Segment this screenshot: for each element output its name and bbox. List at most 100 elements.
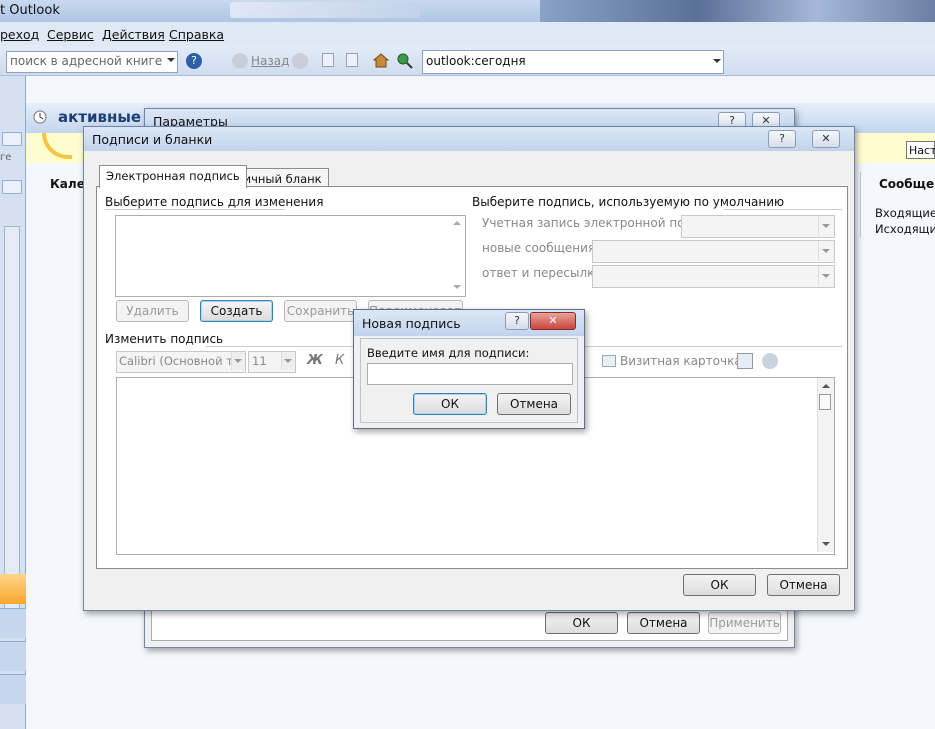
customize-label: Наст: [909, 144, 935, 157]
menu-go[interactable]: реход: [0, 27, 39, 42]
bold-button[interactable]: Ж: [307, 353, 323, 368]
close-icon[interactable]: ✕: [530, 312, 576, 330]
new-signature-title: Новая подпись: [362, 316, 461, 331]
edit-signature-label: Изменить подпись: [105, 332, 224, 346]
divider: [105, 209, 285, 210]
dropdown-button[interactable]: [818, 216, 834, 235]
navigation-pane-collapsed: ге: [0, 76, 26, 729]
customize-button[interactable]: Наст: [906, 141, 935, 159]
title-bar-background: [540, 0, 935, 22]
address-book-search[interactable]: поиск в адресной книге: [6, 51, 178, 73]
italic-button[interactable]: К: [335, 353, 344, 368]
font-size-value: 11: [252, 354, 267, 368]
options-apply-button[interactable]: Применить: [708, 612, 781, 634]
outlook-today-title: активные -: [58, 108, 153, 126]
signatures-title: Подписи и бланки: [92, 132, 213, 147]
home-icon[interactable]: [372, 52, 390, 68]
new-messages-label: новые сообщения:: [482, 241, 600, 255]
chevron-down-icon: [713, 59, 721, 63]
dropdown-button[interactable]: [231, 352, 245, 370]
tab-email-signature[interactable]: Электронная подпись: [99, 165, 247, 188]
menu-actions[interactable]: Действия: [102, 27, 165, 42]
select-signature-label: Выберите подпись для изменения: [105, 195, 324, 209]
help-icon[interactable]: ?: [768, 130, 796, 148]
signatures-title-bar: Подписи и бланки ? ✕: [84, 127, 854, 151]
signature-name-input[interactable]: [367, 363, 573, 385]
web-search-icon[interactable]: [396, 52, 414, 70]
outbox-link[interactable]: Исходящие: [875, 222, 935, 236]
app-title-bar: t Outlook: [0, 0, 935, 22]
chevron-down-icon: [822, 274, 830, 278]
messages-section: Сообщен Входящие Исходящие: [860, 172, 935, 238]
taskbar-tab: [230, 2, 420, 18]
font-size-select[interactable]: 11: [248, 351, 296, 373]
address-bar[interactable]: outlook:сегодня: [422, 50, 724, 74]
inbox-link[interactable]: Входящие: [875, 206, 935, 220]
clock-decoration: [42, 133, 72, 159]
new-messages-select[interactable]: [592, 240, 835, 263]
font-name-select[interactable]: Calibri (Основной текс: [116, 351, 246, 373]
business-card-button[interactable]: Визитная карточка: [620, 354, 742, 368]
refresh-icon[interactable]: [346, 53, 358, 67]
new-signature-content: Введите имя для подписи: ОК Отмена: [360, 338, 578, 423]
delete-button[interactable]: Удалить: [116, 300, 189, 322]
scroll-down-icon[interactable]: [822, 542, 830, 546]
close-icon[interactable]: ✕: [812, 130, 840, 148]
chevron-down-icon: [167, 58, 175, 62]
business-card-icon: [602, 355, 616, 367]
active-nav-button[interactable]: [0, 574, 26, 604]
new-signature-cancel-button[interactable]: Отмена: [497, 393, 571, 415]
email-account-label: Учетная запись электронной почты:: [482, 216, 713, 230]
default-signature-label: Выберите подпись, используемую по умолча…: [472, 195, 785, 209]
app-title: t Outlook: [0, 3, 60, 18]
email-account-select[interactable]: [681, 215, 835, 238]
nav-button[interactable]: [0, 674, 26, 704]
chevron-down-icon: [822, 224, 830, 228]
stop-icon[interactable]: [322, 53, 334, 67]
dropdown-button[interactable]: [818, 266, 834, 285]
scroll-thumb[interactable]: [819, 394, 831, 410]
menu-tools[interactable]: Сервис: [47, 27, 94, 42]
help-icon[interactable]: ?: [186, 53, 202, 69]
divider: [724, 209, 842, 210]
font-name-value: Calibri (Основной текс: [119, 354, 246, 368]
insert-hyperlink-icon[interactable]: [762, 353, 778, 369]
collapse-up-icon[interactable]: [2, 180, 22, 194]
replies-label: ответ и пересылка:: [482, 266, 606, 280]
collapse-up-icon[interactable]: [2, 132, 22, 146]
address-book-placeholder: поиск в адресной книге: [10, 54, 163, 68]
nav-button[interactable]: [0, 641, 26, 671]
menu-help[interactable]: Справка: [169, 27, 224, 42]
scroll-down-icon[interactable]: [453, 285, 461, 289]
replies-select[interactable]: [592, 265, 835, 288]
create-button[interactable]: Создать: [200, 300, 273, 322]
options-ok-button[interactable]: ОК: [545, 612, 618, 634]
new-signature-dialog: Новая подпись ? ✕ Введите имя для подпис…: [353, 309, 585, 429]
scrollbar[interactable]: [817, 378, 834, 552]
help-icon[interactable]: ?: [505, 312, 529, 330]
back-button[interactable]: Назад: [251, 54, 289, 68]
insert-picture-icon[interactable]: [737, 353, 753, 369]
scroll-up-icon[interactable]: [453, 221, 461, 225]
signature-list[interactable]: [115, 215, 466, 297]
nav-button[interactable]: [0, 608, 26, 638]
dropdown-button[interactable]: [818, 241, 834, 260]
save-button[interactable]: Сохранить: [284, 300, 357, 322]
dropdown-button[interactable]: [281, 352, 295, 370]
toolbar: поиск в адресной книге ? Назад outlook:с…: [0, 46, 935, 76]
scroll-up-icon[interactable]: [822, 384, 830, 388]
back-arrow-icon[interactable]: [232, 53, 248, 69]
messages-heading: Сообщен: [879, 177, 935, 191]
menu-bar: реход Сервис Действия Справка: [0, 22, 935, 46]
forward-arrow-icon[interactable]: [292, 53, 308, 69]
chevron-down-icon: [284, 359, 292, 363]
new-signature-title-bar: Новая подпись ? ✕: [354, 310, 584, 336]
nav-pane-text: ге: [0, 152, 12, 163]
new-signature-ok-button[interactable]: ОК: [413, 393, 487, 415]
signatures-cancel-button[interactable]: Отмена: [767, 574, 840, 596]
outlook-today-icon: [32, 109, 48, 125]
scrollbar[interactable]: [449, 216, 465, 294]
signature-name-label: Введите имя для подписи:: [367, 346, 530, 360]
options-cancel-button[interactable]: Отмена: [627, 612, 700, 634]
signatures-ok-button[interactable]: ОК: [683, 574, 756, 596]
